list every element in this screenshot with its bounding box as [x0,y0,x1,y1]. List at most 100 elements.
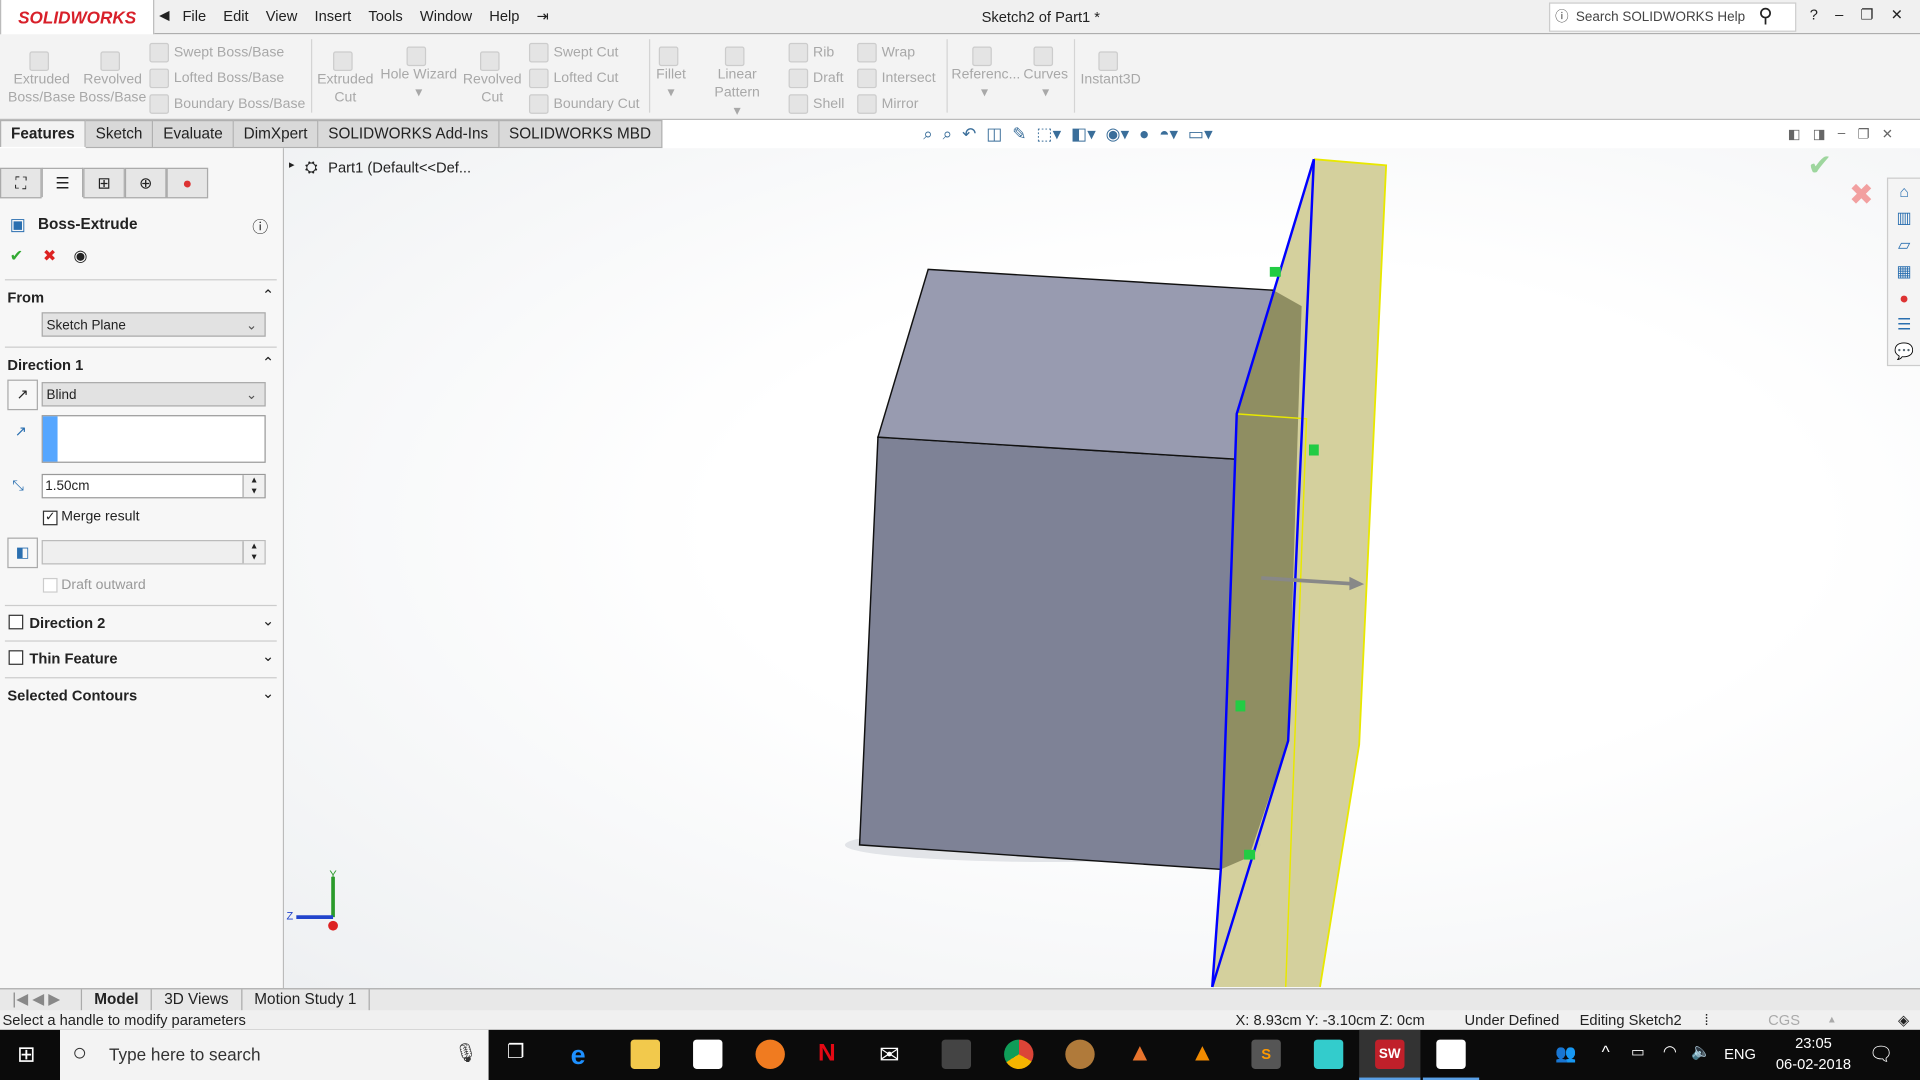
expand-chevron-down-icon[interactable]: ⌄ [262,684,274,701]
tile-left-icon[interactable]: ◧ [1788,126,1801,142]
close-icon[interactable]: ✕ [1882,126,1893,142]
store-icon[interactable] [693,1039,723,1069]
draft-angle-input[interactable]: ▲ ▼ [41,540,266,565]
clock[interactable]: 23:05 06-02-2018 [1771,1035,1857,1073]
tab-model[interactable]: Model [82,989,152,1012]
menu-collapse-arrow-icon[interactable]: ◀ [159,7,169,24]
tab-scroll-arrows-icon[interactable]: |◀ ◀ ▶ ▶| [0,989,83,1029]
swept-boss-button[interactable]: Swept Boss/Base [149,42,284,63]
rib-button[interactable]: Rib [788,42,834,63]
volume-icon[interactable]: 🔈 [1691,1042,1711,1062]
direction1-section-header[interactable]: Direction 1 [7,356,83,373]
pin-icon[interactable]: ⇥ [537,7,549,24]
draft-toggle-button[interactable]: ◧ [7,537,38,569]
zoom-to-area-icon[interactable]: ⌕ [943,124,953,145]
display-manager-tab-icon[interactable]: ● [166,167,209,199]
configuration-manager-tab-icon[interactable]: ⊞ [83,167,125,199]
mail-icon[interactable]: ✉ [879,1040,908,1069]
taskbar-search-input[interactable]: ○ Type here to search 🎙 [60,1029,489,1080]
netflix-icon[interactable]: N [818,1040,847,1069]
display-style-icon[interactable]: ◧▾ [1071,124,1096,145]
lofted-cut-button[interactable]: Lofted Cut [528,68,618,89]
tab-features[interactable]: Features [0,120,86,147]
direction2-checkbox[interactable] [8,614,24,630]
menu-window[interactable]: Window [420,7,472,24]
depth-input[interactable]: 1.50cm ▲ ▼ [41,473,266,499]
expand-chevron-down-icon[interactable]: ⌄ [262,648,274,665]
apply-scene-icon[interactable]: ◓▾ [1159,124,1178,145]
show-hidden-icons-chevron-icon[interactable]: ^ [1602,1042,1610,1062]
people-icon[interactable]: 👥 [1555,1043,1576,1064]
help-question-icon[interactable]: ? [1810,6,1818,23]
view-settings-icon[interactable]: ▭▾ [1188,124,1213,145]
draft-outward-checkbox[interactable] [42,577,58,593]
lofted-boss-button[interactable]: Lofted Boss/Base [149,68,284,89]
direction2-section-header[interactable]: Direction 2 [29,615,105,632]
direction-selection-box[interactable] [41,415,266,463]
hide-show-items-icon[interactable]: ◉▾ [1106,124,1130,145]
reference-geometry-button[interactable]: Referenc... ▾ [951,46,1020,103]
collapse-chevron-up-icon[interactable]: ⌃ [262,354,274,371]
revolved-cut-button[interactable]: Revolved Cut [463,51,522,107]
previous-view-icon[interactable]: ↶ [962,124,976,145]
view-orientation-icon[interactable]: ⬚▾ [1036,124,1061,145]
menu-edit[interactable]: Edit [223,7,248,24]
wrap-button[interactable]: Wrap [857,42,915,63]
collapse-chevron-up-icon[interactable]: ⌃ [262,287,274,304]
solidworks-logo[interactable]: SOLIDWORKS [0,0,155,38]
draft-spinner[interactable]: ▲ ▼ [242,541,265,564]
reverse-direction-button[interactable]: ↗ [7,379,38,411]
menu-tools[interactable]: Tools [368,7,402,24]
menu-insert[interactable]: Insert [314,7,351,24]
selected-contours-section-header[interactable]: Selected Contours [7,687,137,704]
tab-sketch[interactable]: Sketch [85,120,154,149]
expand-chevron-down-icon[interactable]: ⌄ [262,612,274,629]
preview-eye-icon[interactable]: ◉ [73,246,87,266]
zoom-to-fit-icon[interactable]: ⌕ [923,124,933,145]
microphone-icon[interactable]: 🎙 [454,1042,477,1064]
graphics-area[interactable]: ▸ ⛭ Part1 (Default<<Def... ⌕ ⌕ ↶ ◫ ✎ ⬚▾ … [284,124,1920,989]
from-section-header[interactable]: From [7,289,44,306]
end-condition-select[interactable]: Blind ⌄ [41,382,266,407]
menu-file[interactable]: File [182,7,206,24]
search-icon[interactable]: ⚲ [1758,4,1772,28]
game-app-icon[interactable] [941,1039,972,1069]
linear-pattern-button[interactable]: Linear Pattern ▾ [693,46,781,122]
tab-addins[interactable]: SOLIDWORKS Add-Ins [318,120,500,149]
menu-view[interactable]: View [266,7,298,24]
from-select[interactable]: Sketch Plane ⌄ [41,312,266,337]
tab-evaluate[interactable]: Evaluate [153,120,234,149]
revolved-boss-button[interactable]: Revolved Boss/Base [78,51,147,107]
wifi-icon[interactable]: ◠ [1663,1042,1677,1062]
edge-browser-icon[interactable]: e [571,1040,600,1071]
swept-cut-button[interactable]: Swept Cut [528,42,618,63]
boundary-cut-button[interactable]: Boundary Cut [528,94,640,114]
restore-icon[interactable]: ❐ [1857,126,1869,142]
mirror-button[interactable]: Mirror [857,94,918,114]
thin-feature-checkbox[interactable] [8,650,24,665]
units-arrow-icon[interactable]: ▲ [1827,1010,1837,1030]
draft-button[interactable]: Draft [788,68,844,89]
instant3d-button[interactable]: Instant3D [1078,51,1144,89]
fillet-button[interactable]: Fillet ▾ [654,46,688,103]
tab-motion-study[interactable]: Motion Study 1 [242,989,370,1012]
property-manager-tab-icon[interactable]: ☰ [41,167,84,198]
action-center-icon[interactable]: 🗨 [1869,1042,1894,1066]
extruded-cut-button[interactable]: Extruded Cut [316,51,375,107]
tab-3d-views[interactable]: 3D Views [152,989,243,1012]
windows-start-icon[interactable]: ⊞ [17,1042,35,1068]
units-selector[interactable]: CGS [1768,1010,1800,1030]
thin-feature-section-header[interactable]: Thin Feature [29,650,117,667]
close-icon[interactable]: ✕ [1891,6,1903,23]
task-view-icon[interactable]: ❐ [507,1040,536,1069]
solidworks-taskbar-button[interactable]: SW [1359,1029,1421,1080]
tooltip-icon[interactable]: ◈ [1898,1010,1909,1030]
feature-tree-tab-icon[interactable]: ⛶ [0,167,42,199]
file-explorer-icon[interactable] [630,1039,661,1069]
edit-appearance-icon[interactable]: ● [1139,124,1149,145]
tab-mbd[interactable]: SOLIDWORKS MBD [499,120,663,149]
chrome-icon[interactable] [1004,1039,1034,1069]
language-indicator[interactable]: ENG [1724,1046,1756,1063]
photos-taskbar-button[interactable] [1422,1030,1480,1080]
menu-help[interactable]: Help [489,7,519,24]
